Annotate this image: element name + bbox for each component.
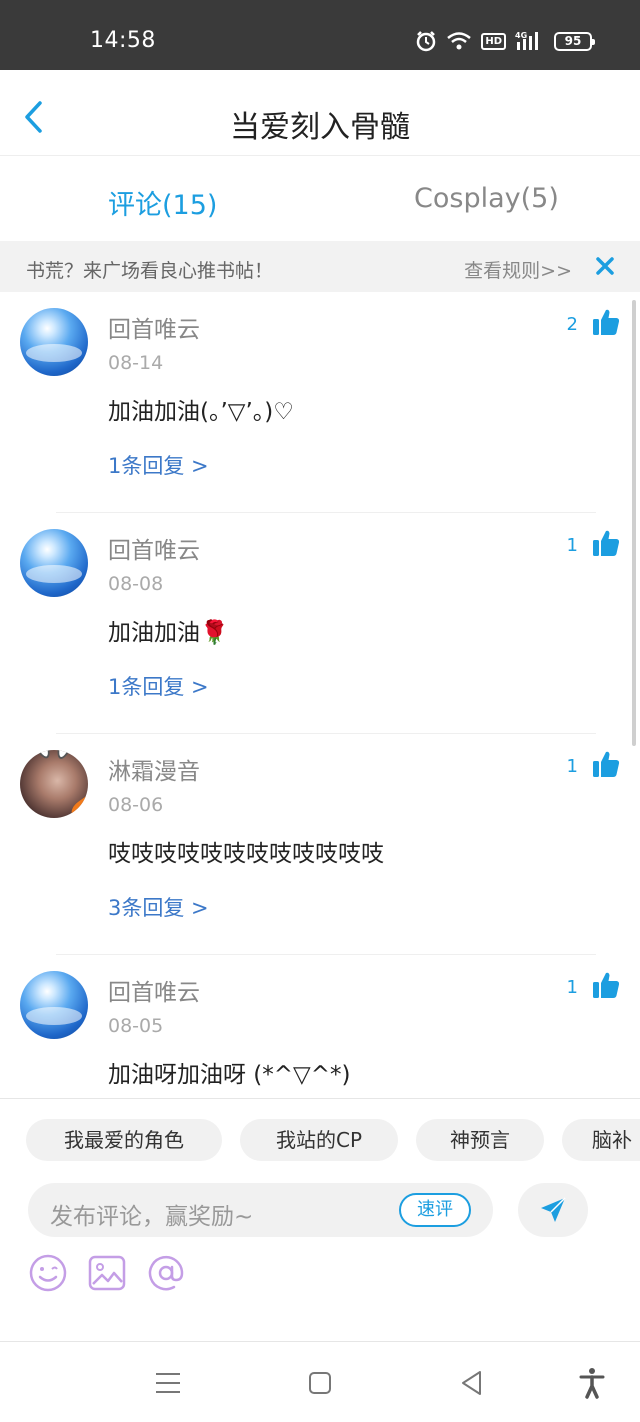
notice-banner: 书荒？来广场看良心推书帖！ 查看规则>>	[0, 241, 640, 292]
svg-text:4G: 4G	[515, 31, 527, 40]
comment-text: 加油呀加油呀 (*^▽^*)	[108, 1062, 351, 1088]
bunny-ear-decoration	[53, 750, 81, 762]
signal-icon: 4G	[515, 31, 538, 50]
menu-button[interactable]	[152, 1367, 184, 1399]
image-button[interactable]	[87, 1253, 127, 1293]
view-rules-link[interactable]: 查看规则>>	[464, 256, 572, 283]
alarm-icon	[417, 31, 436, 52]
comment-input-placeholder: 发布评论，赢奖励~	[50, 1204, 254, 1230]
thumbs-up-icon	[593, 972, 620, 998]
topic-chip[interactable]: 我站的CP	[240, 1119, 398, 1161]
tab-bar: 评论(15) Cosplay(5)	[0, 157, 640, 241]
comment-item: 淋霜漫音 08-06 吱吱吱吱吱吱吱吱吱吱吱吱 3条回复 > 1	[0, 734, 640, 955]
quick-comment-button[interactable]: 速评	[399, 1193, 471, 1227]
send-button[interactable]	[518, 1183, 588, 1237]
like-button[interactable]	[592, 529, 620, 557]
topic-chip[interactable]: 我最爱的角色	[26, 1119, 222, 1161]
avatar[interactable]	[20, 750, 88, 818]
wifi-icon	[447, 32, 472, 50]
comment-date: 08-08	[108, 573, 164, 595]
comment-date: 08-05	[108, 1015, 164, 1037]
close-icon	[596, 257, 614, 275]
comment-text: 吱吱吱吱吱吱吱吱吱吱吱吱	[108, 841, 384, 867]
like-count: 2	[566, 314, 578, 335]
square-icon	[309, 1372, 331, 1394]
emoji-button[interactable]	[28, 1253, 68, 1293]
accessibility-button[interactable]	[576, 1367, 608, 1399]
topic-chip[interactable]: 脑补	[562, 1119, 640, 1161]
like-button[interactable]	[592, 308, 620, 336]
like-button[interactable]	[592, 750, 620, 778]
menu-icon	[156, 1373, 180, 1393]
bunny-ear-decoration	[24, 750, 54, 762]
comment-date: 08-06	[108, 794, 164, 816]
at-sign-icon	[148, 1255, 184, 1291]
tab-comments[interactable]: 评论(15)	[108, 183, 217, 222]
system-back-button[interactable]	[456, 1367, 488, 1399]
comment-username[interactable]: 回首唯云	[108, 310, 200, 344]
carrot-decoration	[68, 793, 88, 818]
topic-chip[interactable]: 神预言	[416, 1119, 544, 1161]
triangle-back-icon	[462, 1371, 481, 1395]
thumbs-up-icon	[593, 309, 620, 335]
comment-date: 08-14	[108, 352, 164, 374]
thumbs-up-icon	[593, 751, 620, 777]
smiley-icon	[29, 1254, 67, 1292]
avatar[interactable]	[20, 308, 88, 376]
avatar[interactable]	[20, 529, 88, 597]
notice-text: 书荒？来广场看良心推书帖！	[26, 260, 274, 282]
comment-composer-panel: 我最爱的角色 我站的CP 神预言 脑补 发布评论，赢奖励~ 速评	[0, 1098, 640, 1342]
comment-input[interactable]: 发布评论，赢奖励~ 速评	[28, 1183, 493, 1237]
home-button[interactable]	[304, 1367, 336, 1399]
view-replies-link[interactable]: 1条回复 >	[108, 450, 209, 480]
like-count: 1	[566, 756, 578, 777]
close-notice-button[interactable]	[594, 255, 616, 277]
comment-username[interactable]: 回首唯云	[108, 973, 200, 1007]
system-nav-bar	[0, 1343, 640, 1422]
comment-text: 加油加油(。’▽’。)♡	[108, 399, 294, 425]
like-count: 1	[566, 535, 578, 556]
page-title: 当爱刻入骨髓	[230, 110, 410, 145]
tab-cosplay[interactable]: Cosplay(5)	[414, 183, 559, 214]
comment-item: 回首唯云 08-05 加油呀加油呀 (*^▽^*) 1	[0, 955, 640, 1098]
comment-item: 回首唯云 08-14 加油加油(。’▽’。)♡ 1条回复 > 2	[0, 292, 640, 513]
thumbs-up-icon	[593, 530, 620, 556]
avatar[interactable]	[20, 971, 88, 1039]
hd-badge: HD	[481, 32, 506, 50]
view-replies-link[interactable]: 3条回复 >	[108, 892, 209, 922]
comment-list[interactable]: 回首唯云 08-14 加油加油(。’▽’。)♡ 1条回复 > 2 回首唯云 08…	[0, 292, 640, 1098]
status-time: 14:58	[90, 28, 156, 53]
image-icon	[88, 1255, 126, 1291]
comment-username[interactable]: 回首唯云	[108, 531, 200, 565]
header: 当爱刻入骨髓	[0, 70, 640, 156]
battery-indicator: 95	[554, 31, 595, 51]
send-icon	[541, 1197, 566, 1222]
comment-text: 加油加油🌹	[108, 620, 229, 646]
comment-username[interactable]: 淋霜漫音	[108, 752, 200, 786]
mention-button[interactable]	[146, 1253, 186, 1293]
status-icons: HD 4G 95	[415, 30, 595, 52]
comment-item: 回首唯云 08-08 加油加油🌹 1条回复 > 1	[0, 513, 640, 734]
view-replies-link[interactable]: 1条回复 >	[108, 671, 209, 701]
accessibility-icon	[579, 1368, 605, 1399]
like-count: 1	[566, 977, 578, 998]
like-button[interactable]	[592, 971, 620, 999]
status-bar: 14:58 HD 4G 95	[0, 0, 640, 70]
